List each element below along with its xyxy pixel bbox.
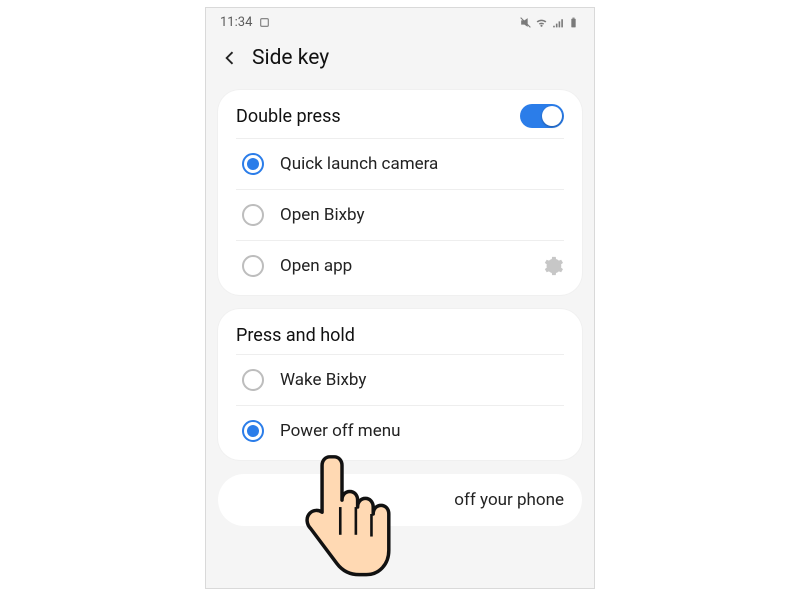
option-open-bixby[interactable]: Open Bixby	[236, 189, 564, 240]
option-power-off-menu[interactable]: Power off menu	[236, 405, 564, 456]
option-wake-bixby[interactable]: Wake Bixby	[236, 354, 564, 405]
double-press-title: Double press	[236, 106, 341, 127]
radio-icon	[242, 255, 264, 277]
radio-icon	[242, 420, 264, 442]
option-label: Open Bixby	[280, 205, 564, 225]
option-quick-launch-camera[interactable]: Quick launch camera	[236, 138, 564, 189]
radio-icon	[242, 369, 264, 391]
phone-frame: 11:34 Side key Double pr	[205, 7, 595, 589]
option-label: Open app	[280, 256, 526, 276]
status-bar: 11:34	[206, 8, 594, 36]
press-hold-title: Press and hold	[236, 325, 355, 346]
option-open-app[interactable]: Open app	[236, 240, 564, 291]
double-press-toggle[interactable]	[520, 104, 564, 128]
back-icon[interactable]	[220, 48, 240, 68]
screenshot-icon	[258, 16, 271, 29]
status-time: 11:34	[220, 15, 252, 30]
radio-icon	[242, 204, 264, 226]
gear-icon[interactable]	[542, 255, 564, 277]
tip-text: off your phone	[274, 490, 564, 510]
tip-card[interactable]: off your phone	[218, 474, 582, 526]
mute-icon	[519, 16, 532, 29]
page-title: Side key	[252, 46, 329, 70]
double-press-card: Double press Quick launch camera Open Bi…	[218, 90, 582, 295]
option-label: Wake Bixby	[280, 370, 564, 390]
option-label: Quick launch camera	[280, 154, 564, 174]
wifi-icon	[535, 16, 548, 29]
page-header: Side key	[206, 36, 594, 84]
battery-icon	[567, 16, 580, 29]
radio-icon	[242, 153, 264, 175]
press-hold-card: Press and hold Wake Bixby Power off menu	[218, 309, 582, 460]
signal-icon	[551, 16, 564, 29]
option-label: Power off menu	[280, 421, 564, 441]
